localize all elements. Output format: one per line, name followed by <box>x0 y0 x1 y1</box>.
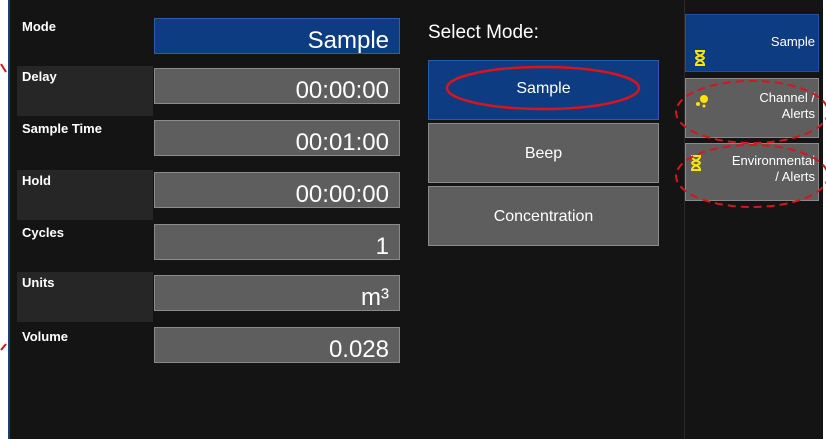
units-label: Units <box>17 272 153 322</box>
mode-option-concentration[interactable]: Concentration <box>428 186 659 246</box>
units-field[interactable]: m³ <box>154 275 400 311</box>
sample-time-label: Sample Time <box>22 121 102 136</box>
tab-channel-alerts[interactable]: Channel / Alerts <box>685 78 819 138</box>
tab-environmental-alerts-line2: / Alerts <box>775 169 815 184</box>
hourglass-icon <box>690 155 702 175</box>
cycles-field[interactable]: 1 <box>154 224 400 260</box>
cycles-label: Cycles <box>22 225 64 240</box>
tab-sample[interactable]: Sample <box>685 14 819 72</box>
mode-field[interactable]: Sample <box>154 18 400 54</box>
volume-label: Volume <box>22 329 68 344</box>
mode-label: Mode <box>22 19 56 34</box>
dots-icon <box>694 94 710 112</box>
tab-environmental-alerts-line1: Environmental <box>731 153 815 168</box>
hold-label: Hold <box>17 170 153 220</box>
tab-environmental-alerts[interactable]: Environmental / Alerts <box>685 143 819 201</box>
mode-option-sample[interactable]: Sample <box>428 60 659 120</box>
tab-sample-label: Sample <box>770 34 815 49</box>
sample-time-field[interactable]: 00:01:00 <box>154 120 400 156</box>
hold-field[interactable]: 00:00:00 <box>154 172 400 208</box>
mode-option-beep[interactable]: Beep <box>428 123 659 183</box>
delay-label: Delay <box>17 66 153 116</box>
volume-field[interactable]: 0.028 <box>154 327 400 363</box>
delay-field[interactable]: 00:00:00 <box>154 68 400 104</box>
select-mode-title: Select Mode: <box>428 22 539 43</box>
